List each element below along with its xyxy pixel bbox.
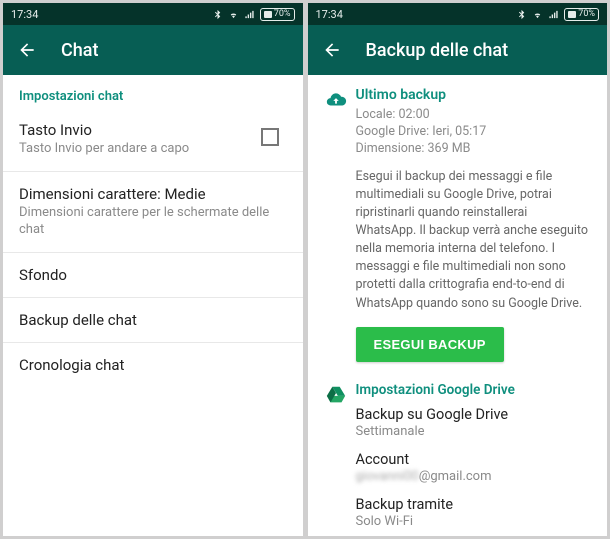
wifi-icon [532,9,543,20]
app-bar: Backup delle chat [308,25,608,75]
gdrive-frequency[interactable]: Backup su Google Drive Settimanale [356,406,592,439]
setting-chat-history[interactable]: Cronologia chat [3,343,303,387]
status-bar: 17:34 70% [3,3,303,25]
backup-description: Esegui il backup dei messaggi e file mul… [356,168,592,313]
backup-local-time: Locale: 02:00 [356,107,592,124]
backup-gdrive-time: Google Drive: Ieri, 05:17 [356,124,592,141]
google-drive-icon [325,384,347,406]
run-backup-button[interactable]: ESEGUI BACKUP [356,327,504,362]
backup-size: Dimensione: 369 MB [356,141,592,158]
status-bar: 17:34 70% [308,3,608,25]
cloud-upload-icon [325,89,347,111]
page-title: Chat [61,40,98,61]
gdrive-account[interactable]: Account giovanni00@gmail.com [356,451,592,484]
battery-indicator: 70% [260,8,295,21]
bluetooth-icon [212,9,223,20]
status-time: 17:34 [11,8,38,21]
gdrive-settings-heading: Impostazioni Google Drive [356,382,592,398]
wifi-icon [228,9,239,20]
signal-icon [244,9,255,20]
page-title: Backup delle chat [366,40,509,61]
bluetooth-icon [516,9,527,20]
gdrive-network[interactable]: Backup tramite Solo Wi-Fi [356,496,592,529]
back-icon[interactable] [322,40,342,60]
battery-indicator: 70% [564,8,599,21]
setting-chat-backup[interactable]: Backup delle chat [3,298,303,343]
app-bar: Chat [3,25,303,75]
checkbox-icon[interactable] [261,128,279,146]
signal-icon [548,9,559,20]
setting-font-size[interactable]: Dimensioni carattere: Medie Dimensioni c… [3,172,303,253]
last-backup-heading: Ultimo backup [356,87,592,103]
setting-enter-key[interactable]: Tasto Invio Tasto Invio per andare a cap… [3,108,303,172]
screen-chat-backup: 17:34 70% Backup delle chat Ultimo backu… [308,3,608,536]
setting-wallpaper[interactable]: Sfondo [3,253,303,298]
status-time: 17:34 [316,8,343,21]
section-header-chat: Impostazioni chat [3,75,303,108]
screen-chat-settings: 17:34 70% Chat Impostazioni chat Tasto I… [3,3,303,536]
back-icon[interactable] [17,40,37,60]
